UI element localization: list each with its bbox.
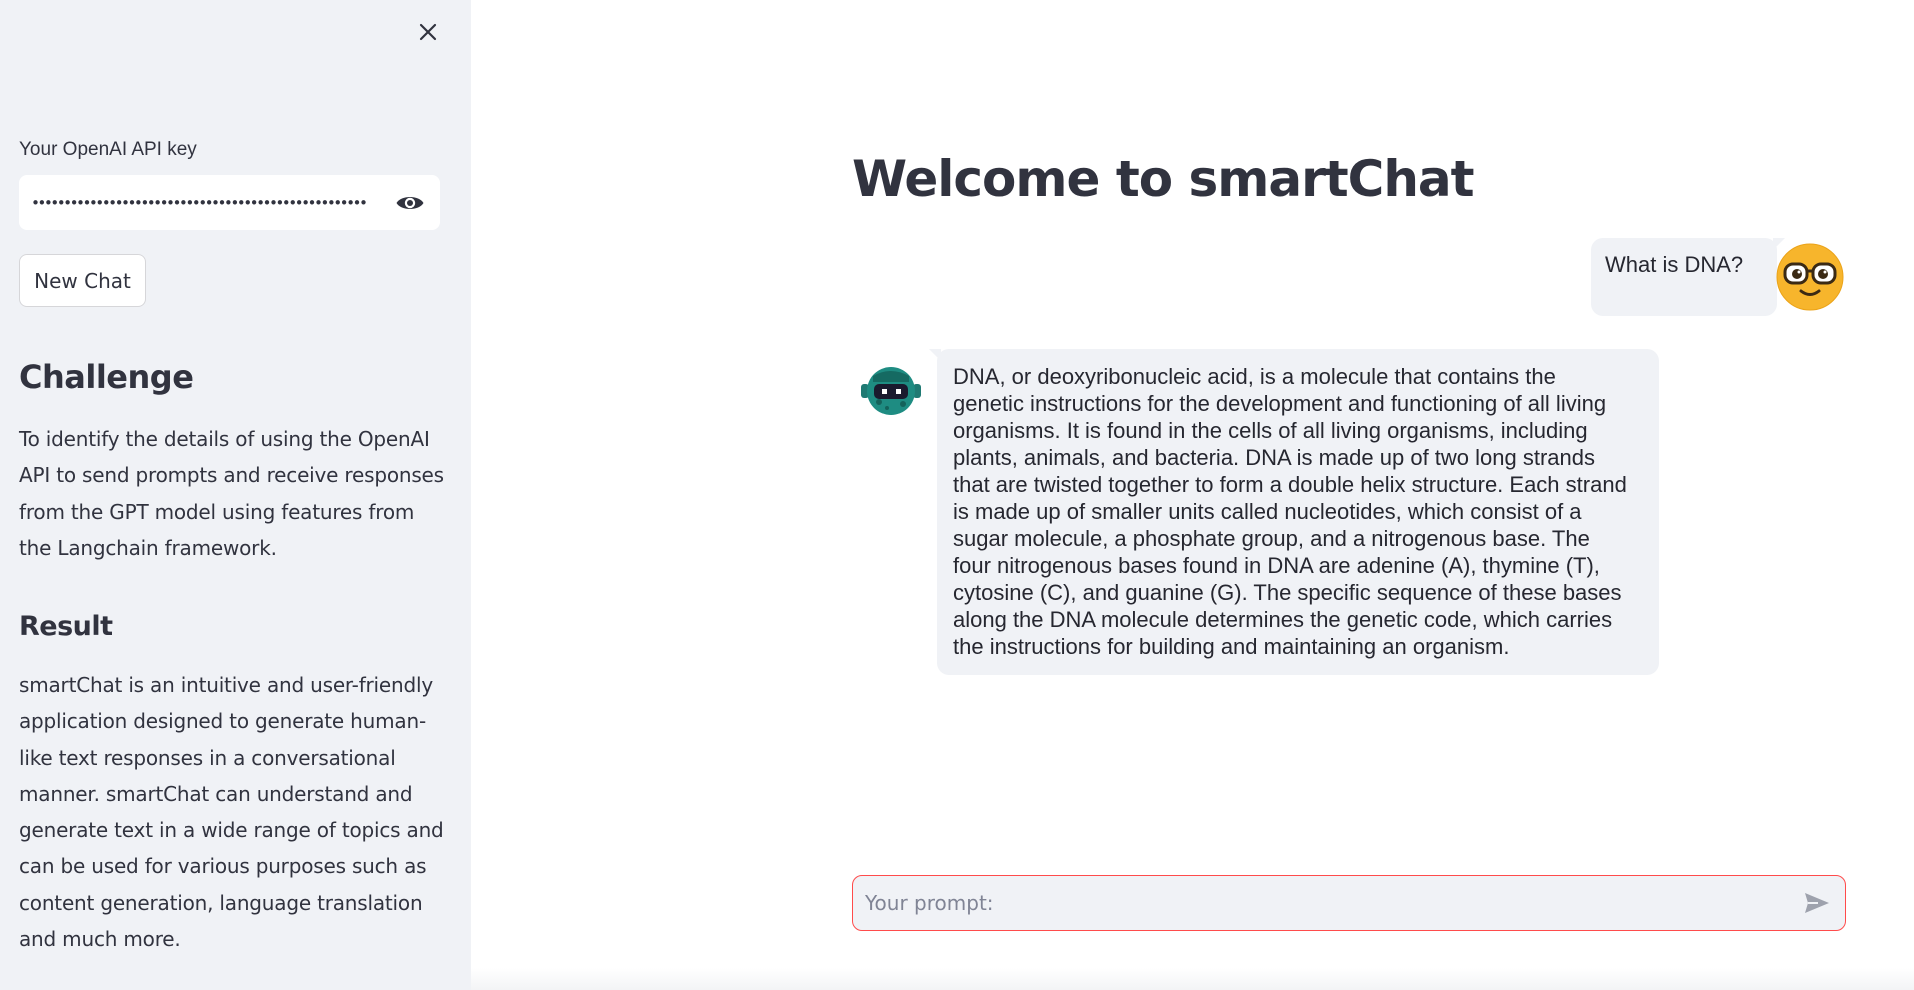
result-text: smartChat is an intuitive and user-frien… <box>19 673 444 952</box>
api-key-field <box>19 175 440 230</box>
assistant-message: DNA, or deoxyribonucleic acid, is a mole… <box>929 349 1659 675</box>
send-button[interactable] <box>1789 876 1845 930</box>
prompt-input[interactable] <box>853 876 1789 930</box>
toggle-visibility-button[interactable] <box>380 175 440 230</box>
bottom-fade <box>471 968 1914 990</box>
send-icon <box>1805 893 1829 913</box>
eye-icon <box>396 196 424 209</box>
bubble-tail <box>929 349 941 361</box>
close-sidebar-button[interactable] <box>412 16 444 48</box>
result-heading: Result <box>19 611 113 642</box>
page-title: Welcome to smartChat <box>852 150 1475 208</box>
assistant-message-text: DNA, or deoxyribonucleic acid, is a mole… <box>953 364 1627 659</box>
sidebar: Your OpenAI API key New Chat Challenge T… <box>0 0 471 990</box>
nerd-face-icon <box>1776 243 1844 311</box>
user-message-text: What is DNA? <box>1605 252 1744 277</box>
user-message: What is DNA? <box>1591 238 1785 316</box>
robot-avatar-icon <box>861 367 921 415</box>
close-icon <box>419 23 437 41</box>
api-key-input[interactable] <box>19 175 380 230</box>
main-content: Welcome to smartChat What is DNA? DNA, o… <box>471 0 1914 990</box>
challenge-text: To identify the details of using the Ope… <box>19 427 444 560</box>
chat-input-container <box>852 875 1846 931</box>
new-chat-button[interactable]: New Chat <box>19 254 146 307</box>
api-key-label: Your OpenAI API key <box>19 139 197 160</box>
challenge-heading: Challenge <box>19 358 194 396</box>
